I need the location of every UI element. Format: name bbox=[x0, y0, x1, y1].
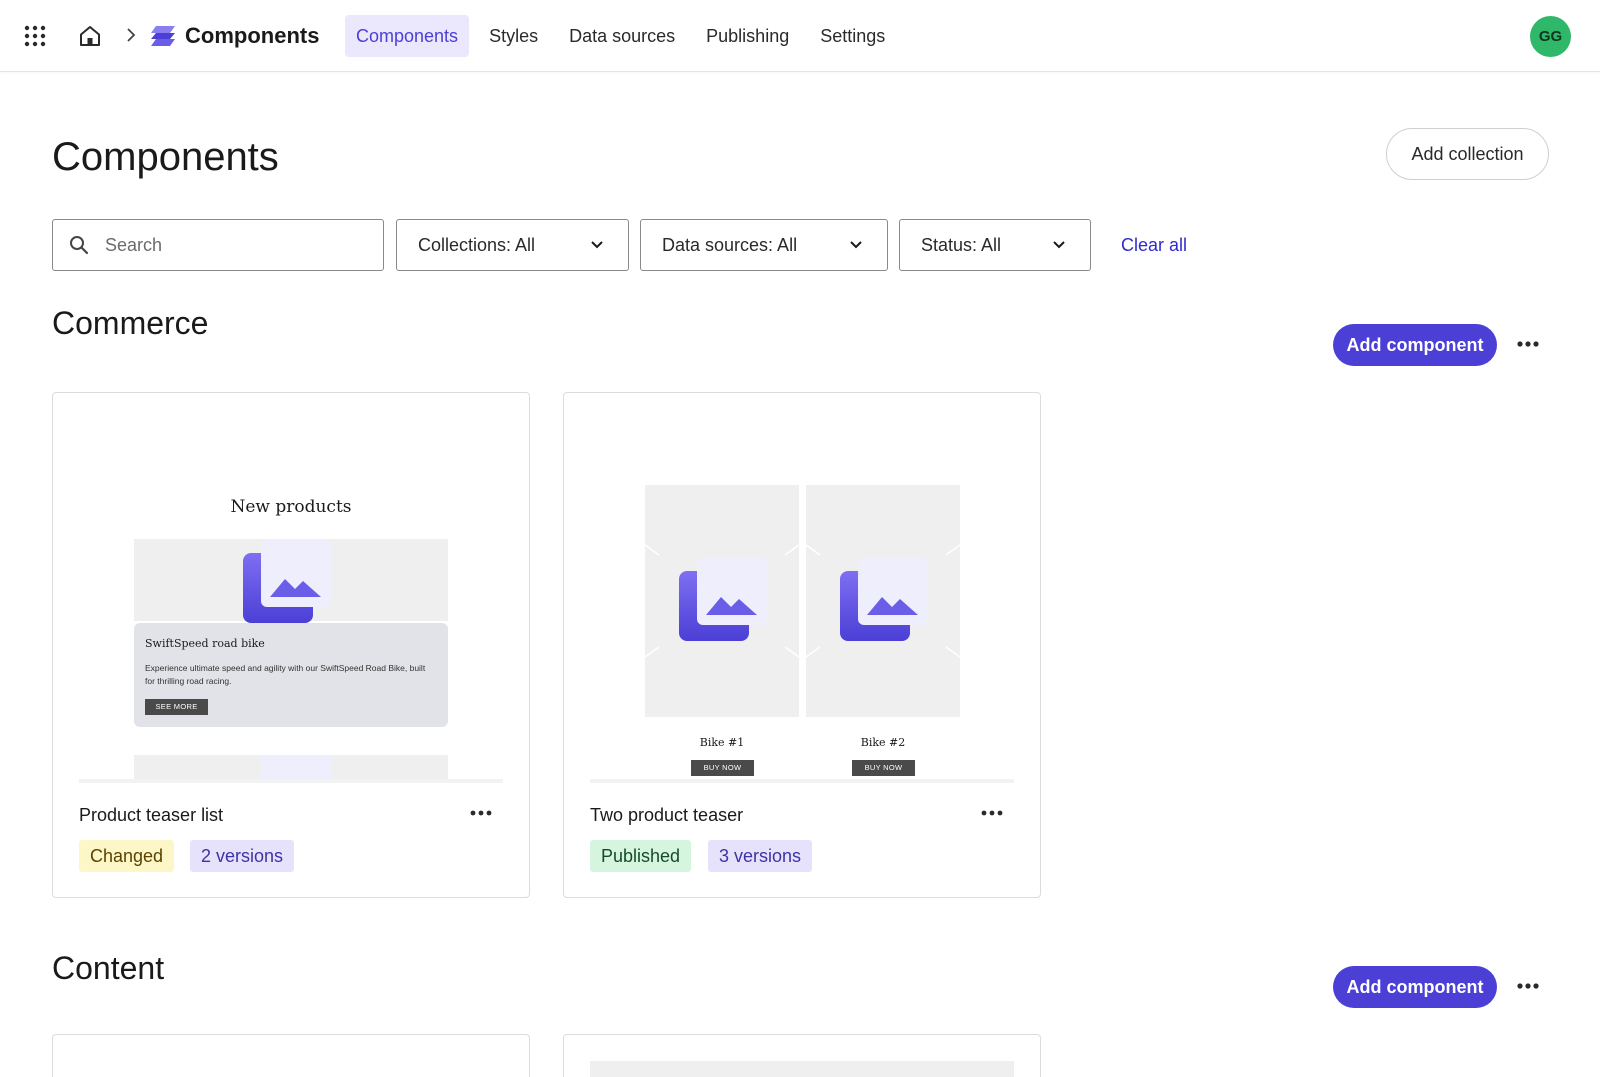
search-field[interactable] bbox=[52, 219, 384, 271]
preview-next-image bbox=[261, 755, 331, 779]
tab-settings[interactable]: Settings bbox=[809, 15, 896, 57]
more-options-icon[interactable] bbox=[467, 799, 495, 827]
component-preview: New products SwiftSpeed road bike Experi… bbox=[79, 393, 503, 783]
app-title: Components bbox=[185, 23, 320, 48]
preview-item-text: Experience ultimate speed and agility wi… bbox=[145, 663, 426, 686]
add-component-button[interactable]: Add component bbox=[1333, 966, 1497, 1008]
top-navigation-bar: Components Components Styles Data source… bbox=[0, 0, 1600, 72]
search-icon bbox=[70, 236, 89, 255]
more-options-icon[interactable] bbox=[978, 799, 1006, 827]
clear-all-link[interactable]: Clear all bbox=[1121, 233, 1187, 257]
status-badge: Changed bbox=[79, 840, 175, 872]
chevron-down-icon bbox=[591, 241, 603, 249]
preview-image-pair bbox=[645, 485, 960, 717]
preview-see-more-button: SEE MORE bbox=[145, 699, 208, 715]
image-placeholder-icon bbox=[243, 539, 331, 623]
preview-item-title: SwiftSpeed road bike bbox=[145, 637, 265, 650]
component-card-product-teaser-list[interactable]: New products SwiftSpeed road bike Experi… bbox=[52, 392, 530, 898]
more-options-icon[interactable] bbox=[1514, 330, 1542, 358]
preview-buy-now-button: BUY NOW bbox=[852, 760, 915, 776]
preview-overlay-card: SwiftSpeed road bike Experience ultimate… bbox=[134, 623, 448, 727]
tab-data-sources[interactable]: Data sources bbox=[558, 15, 686, 57]
versions-badge[interactable]: 3 versions bbox=[708, 840, 813, 872]
chevron-right-icon bbox=[127, 28, 136, 42]
collections-filter[interactable]: Collections: All bbox=[396, 219, 629, 271]
add-collection-button[interactable]: Add collection bbox=[1386, 128, 1549, 180]
chevron-down-icon bbox=[850, 241, 862, 249]
preview-item-label: Bike #2 bbox=[860, 736, 906, 749]
main-tabs: Components Styles Data sources Publishin… bbox=[345, 15, 905, 57]
component-name: Product teaser list bbox=[79, 805, 224, 825]
status-badge: Published bbox=[590, 840, 692, 872]
section-title-commerce: Commerce bbox=[52, 305, 209, 341]
component-card-two-product-teaser[interactable]: Bike #1 Bike #2 BUY NOW BUY NOW Two prod… bbox=[563, 392, 1041, 898]
home-icon[interactable] bbox=[78, 24, 102, 48]
section-title-content: Content bbox=[52, 950, 165, 986]
component-card[interactable] bbox=[52, 1034, 530, 1077]
component-card[interactable] bbox=[563, 1034, 1041, 1077]
preview-item-label: Bike #1 bbox=[699, 736, 745, 749]
component-preview bbox=[590, 1061, 1014, 1077]
tab-styles[interactable]: Styles bbox=[478, 15, 549, 57]
add-component-button[interactable]: Add component bbox=[1333, 324, 1497, 366]
chevron-down-icon bbox=[1053, 241, 1065, 249]
component-name: Two product teaser bbox=[590, 805, 744, 825]
collections-filter-label: Collections: All bbox=[418, 235, 536, 255]
status-filter-label: Status: All bbox=[921, 235, 1002, 255]
tab-publishing[interactable]: Publishing bbox=[695, 15, 800, 57]
apps-grid-icon[interactable] bbox=[24, 25, 46, 47]
search-input[interactable] bbox=[105, 220, 375, 270]
app-logo-icon bbox=[151, 26, 175, 46]
preview-buy-now-button: BUY NOW bbox=[691, 760, 754, 776]
versions-badge[interactable]: 2 versions bbox=[190, 840, 295, 872]
user-avatar[interactable]: GG bbox=[1530, 16, 1571, 57]
status-filter[interactable]: Status: All bbox=[899, 219, 1091, 271]
more-options-icon[interactable] bbox=[1514, 972, 1542, 1000]
page-title: Components bbox=[52, 135, 279, 179]
data-sources-filter[interactable]: Data sources: All bbox=[640, 219, 888, 271]
tab-components[interactable]: Components bbox=[345, 15, 470, 57]
data-sources-filter-label: Data sources: All bbox=[662, 235, 798, 255]
preview-heading: New products bbox=[230, 497, 352, 517]
component-preview: Bike #1 Bike #2 BUY NOW BUY NOW bbox=[590, 393, 1014, 783]
